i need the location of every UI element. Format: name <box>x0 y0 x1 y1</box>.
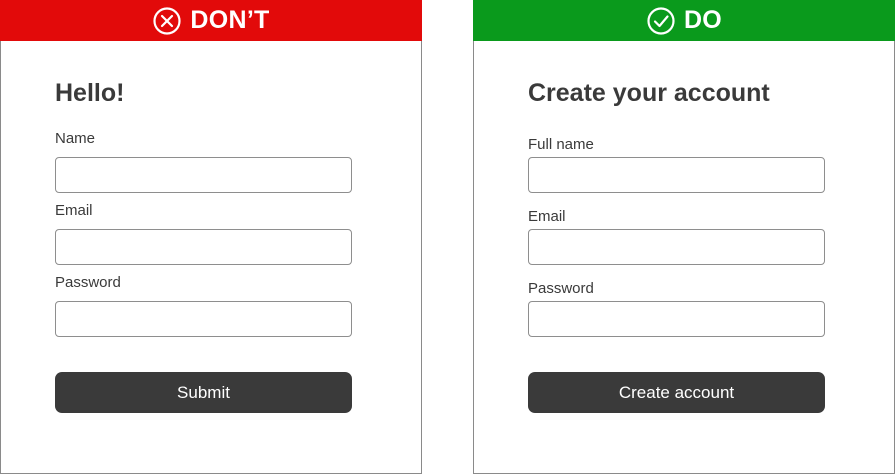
do-example-card: DO Create your account Full name Email P… <box>473 0 895 474</box>
comparison-stage: DON’T Hello! Name Email Password Submit … <box>0 0 895 475</box>
form-heading: Hello! <box>55 79 125 107</box>
email-field[interactable] <box>55 229 352 265</box>
do-banner: DO <box>473 0 895 41</box>
submit-button[interactable]: Submit <box>55 372 352 413</box>
name-field[interactable] <box>55 157 352 193</box>
form-heading: Create your account <box>528 79 770 107</box>
email-field[interactable] <box>528 229 825 265</box>
full-name-field[interactable] <box>528 157 825 193</box>
check-circle-icon <box>646 6 676 36</box>
x-circle-icon <box>152 6 182 36</box>
password-field[interactable] <box>55 301 352 337</box>
email-label: Email <box>55 202 93 219</box>
name-label: Name <box>55 130 96 147</box>
password-field[interactable] <box>528 301 825 337</box>
dont-banner-label: DON’T <box>190 6 270 34</box>
password-label: Password <box>528 280 594 297</box>
email-label: Email <box>528 208 566 225</box>
full-name-label: Full name <box>528 136 594 153</box>
create-account-button[interactable]: Create account <box>528 372 825 413</box>
dont-example-card: DON’T Hello! Name Email Password Submit <box>0 0 422 474</box>
password-label: Password <box>55 274 121 291</box>
dont-banner: DON’T <box>0 0 422 41</box>
do-banner-label: DO <box>683 6 723 34</box>
